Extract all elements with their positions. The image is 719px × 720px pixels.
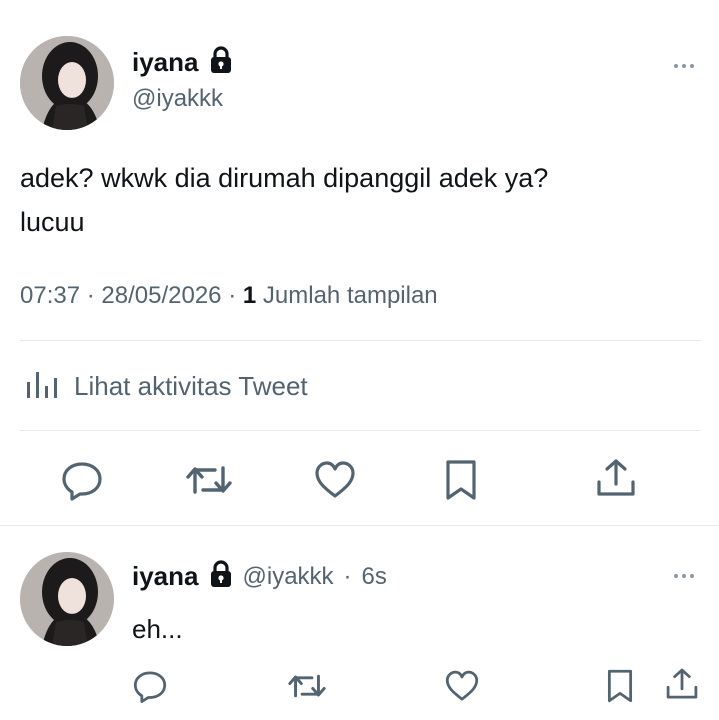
reply-reply-button[interactable] xyxy=(132,668,168,704)
bookmark-button[interactable] xyxy=(441,458,481,502)
reply-bookmark-button[interactable] xyxy=(603,668,637,704)
reply-like-button[interactable] xyxy=(444,668,480,704)
reply-retweet-button[interactable] xyxy=(287,668,327,704)
share-icon xyxy=(666,668,698,699)
reply-icon xyxy=(62,462,102,501)
like-button[interactable] xyxy=(313,458,357,502)
reply-share-button[interactable] xyxy=(664,666,700,702)
retweet-icon xyxy=(186,466,232,494)
reply-handle[interactable]: @iyakkk xyxy=(243,563,334,591)
activity-label: Lihat aktivitas Tweet xyxy=(74,371,308,401)
more-icon[interactable] xyxy=(674,64,694,68)
divider xyxy=(20,430,701,431)
reply-avatar[interactable] xyxy=(20,552,114,646)
meta-separator: · xyxy=(86,282,95,309)
tweet-text-line-1: adek? wkwk dia dirumah dipanggil adek ya… xyxy=(20,163,549,193)
activity-icon xyxy=(24,366,60,407)
views-count: 1 xyxy=(242,282,257,309)
display-name[interactable]: iyana xyxy=(132,47,199,78)
like-icon xyxy=(445,670,479,701)
reply-more-icon[interactable] xyxy=(674,574,694,578)
lock-icon xyxy=(209,560,233,593)
tweet-date[interactable]: 28/05/2026 xyxy=(101,282,221,309)
share-button[interactable] xyxy=(594,456,638,500)
tweet-time[interactable]: 07:37 xyxy=(20,282,80,309)
retweet-icon xyxy=(288,674,326,698)
tweet-text: adek? wkwk dia dirumah dipanggil adek ya… xyxy=(20,156,548,244)
activity-link[interactable]: Lihat aktivitas Tweet xyxy=(24,366,308,407)
reply-age[interactable]: 6s xyxy=(362,563,387,591)
views-label: Jumlah tampilan xyxy=(262,282,438,309)
reply-header: iyana @iyakkk · 6s xyxy=(132,560,387,593)
divider xyxy=(0,525,719,526)
like-icon xyxy=(315,461,355,498)
share-icon xyxy=(597,459,635,496)
handle[interactable]: @iyakkk xyxy=(132,85,233,113)
reply-separator: · xyxy=(343,562,352,590)
user-info: iyana @iyakkk xyxy=(132,46,233,113)
bookmark-icon xyxy=(607,669,633,703)
avatar-image xyxy=(20,36,114,130)
reply-display-name[interactable]: iyana xyxy=(132,561,199,592)
avatar[interactable] xyxy=(20,36,114,130)
tweet-meta: 07:37 · 28/05/2026 · 1 Jumlah tampilan xyxy=(20,282,438,310)
retweet-button[interactable] xyxy=(185,458,233,502)
reply-icon xyxy=(133,671,167,703)
bookmark-icon xyxy=(446,460,476,500)
avatar-image xyxy=(20,552,114,646)
divider xyxy=(20,340,701,341)
reply-text: eh... xyxy=(132,614,183,644)
meta-separator: · xyxy=(228,282,237,309)
reply-button[interactable] xyxy=(60,458,104,502)
lock-icon xyxy=(209,46,233,79)
tweet-text-line-2: lucuu xyxy=(20,207,85,237)
